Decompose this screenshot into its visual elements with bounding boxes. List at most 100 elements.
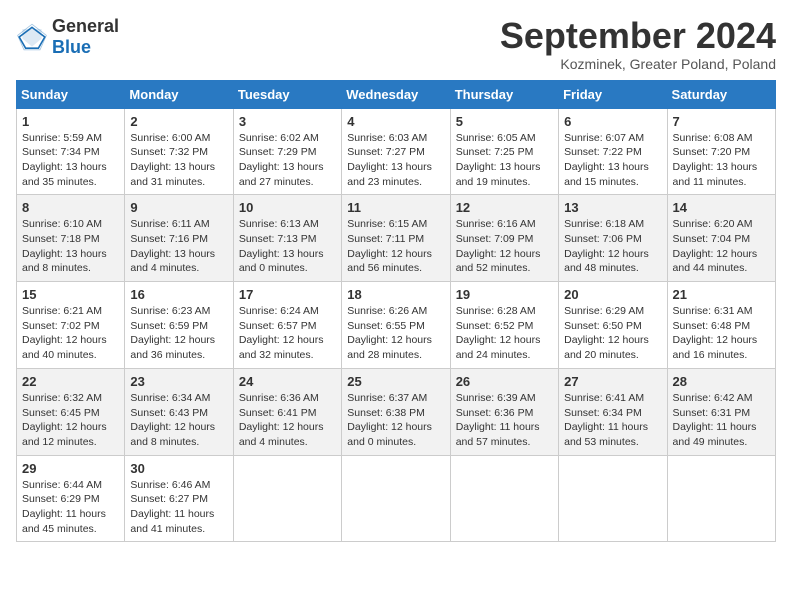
daylight-text: Daylight: 12 hours and 28 minutes.	[347, 334, 432, 361]
day-number: 3	[239, 114, 336, 129]
daylight-text: Daylight: 13 hours and 27 minutes.	[239, 161, 324, 188]
month-title: September 2024	[500, 16, 776, 56]
table-cell: 11 Sunrise: 6:15 AM Sunset: 7:11 PM Dayl…	[342, 195, 450, 282]
table-cell: 15 Sunrise: 6:21 AM Sunset: 7:02 PM Dayl…	[17, 282, 125, 369]
table-cell: 19 Sunrise: 6:28 AM Sunset: 6:52 PM Dayl…	[450, 282, 558, 369]
sunrise-text: Sunrise: 6:13 AM	[239, 218, 319, 230]
sunrise-text: Sunrise: 6:26 AM	[347, 305, 427, 317]
sunrise-text: Sunrise: 6:34 AM	[130, 392, 210, 404]
daylight-text: Daylight: 13 hours and 23 minutes.	[347, 161, 432, 188]
day-info: Sunrise: 6:42 AM Sunset: 6:31 PM Dayligh…	[673, 391, 770, 450]
sunrise-text: Sunrise: 6:46 AM	[130, 479, 210, 491]
daylight-text: Daylight: 12 hours and 48 minutes.	[564, 248, 649, 275]
sunrise-text: Sunrise: 6:00 AM	[130, 132, 210, 144]
daylight-text: Daylight: 12 hours and 56 minutes.	[347, 248, 432, 275]
day-number: 16	[130, 287, 227, 302]
logo-text: General Blue	[52, 16, 119, 58]
day-info: Sunrise: 6:28 AM Sunset: 6:52 PM Dayligh…	[456, 304, 553, 363]
sunrise-text: Sunrise: 6:10 AM	[22, 218, 102, 230]
table-cell: 7 Sunrise: 6:08 AM Sunset: 7:20 PM Dayli…	[667, 108, 775, 195]
day-number: 25	[347, 374, 444, 389]
table-cell: 6 Sunrise: 6:07 AM Sunset: 7:22 PM Dayli…	[559, 108, 667, 195]
day-info: Sunrise: 6:44 AM Sunset: 6:29 PM Dayligh…	[22, 478, 119, 537]
table-cell: 30 Sunrise: 6:46 AM Sunset: 6:27 PM Dayl…	[125, 455, 233, 542]
day-info: Sunrise: 6:00 AM Sunset: 7:32 PM Dayligh…	[130, 131, 227, 190]
day-info: Sunrise: 6:13 AM Sunset: 7:13 PM Dayligh…	[239, 217, 336, 276]
day-number: 10	[239, 200, 336, 215]
sunrise-text: Sunrise: 6:07 AM	[564, 132, 644, 144]
day-number: 4	[347, 114, 444, 129]
day-number: 9	[130, 200, 227, 215]
col-saturday: Saturday	[667, 80, 775, 108]
daylight-text: Daylight: 13 hours and 0 minutes.	[239, 248, 324, 275]
day-info: Sunrise: 6:37 AM Sunset: 6:38 PM Dayligh…	[347, 391, 444, 450]
day-number: 30	[130, 461, 227, 476]
sunrise-text: Sunrise: 6:21 AM	[22, 305, 102, 317]
sunset-text: Sunset: 6:34 PM	[564, 407, 642, 419]
sunset-text: Sunset: 7:22 PM	[564, 146, 642, 158]
day-number: 1	[22, 114, 119, 129]
day-info: Sunrise: 6:05 AM Sunset: 7:25 PM Dayligh…	[456, 131, 553, 190]
daylight-text: Daylight: 13 hours and 4 minutes.	[130, 248, 215, 275]
table-cell: 4 Sunrise: 6:03 AM Sunset: 7:27 PM Dayli…	[342, 108, 450, 195]
daylight-text: Daylight: 13 hours and 11 minutes.	[673, 161, 758, 188]
day-info: Sunrise: 6:10 AM Sunset: 7:18 PM Dayligh…	[22, 217, 119, 276]
col-tuesday: Tuesday	[233, 80, 341, 108]
sunrise-text: Sunrise: 6:05 AM	[456, 132, 536, 144]
sunrise-text: Sunrise: 6:08 AM	[673, 132, 753, 144]
sunset-text: Sunset: 6:43 PM	[130, 407, 208, 419]
sunrise-text: Sunrise: 6:36 AM	[239, 392, 319, 404]
day-info: Sunrise: 6:39 AM Sunset: 6:36 PM Dayligh…	[456, 391, 553, 450]
day-info: Sunrise: 6:21 AM Sunset: 7:02 PM Dayligh…	[22, 304, 119, 363]
day-number: 29	[22, 461, 119, 476]
table-cell: 26 Sunrise: 6:39 AM Sunset: 6:36 PM Dayl…	[450, 368, 558, 455]
daylight-text: Daylight: 12 hours and 12 minutes.	[22, 421, 107, 448]
day-info: Sunrise: 6:03 AM Sunset: 7:27 PM Dayligh…	[347, 131, 444, 190]
day-info: Sunrise: 6:46 AM Sunset: 6:27 PM Dayligh…	[130, 478, 227, 537]
table-cell: 16 Sunrise: 6:23 AM Sunset: 6:59 PM Dayl…	[125, 282, 233, 369]
table-cell: 10 Sunrise: 6:13 AM Sunset: 7:13 PM Dayl…	[233, 195, 341, 282]
table-cell: 21 Sunrise: 6:31 AM Sunset: 6:48 PM Dayl…	[667, 282, 775, 369]
sunset-text: Sunset: 7:09 PM	[456, 233, 534, 245]
calendar-week-3: 15 Sunrise: 6:21 AM Sunset: 7:02 PM Dayl…	[17, 282, 776, 369]
day-info: Sunrise: 6:41 AM Sunset: 6:34 PM Dayligh…	[564, 391, 661, 450]
logo-general: General Blue	[52, 16, 119, 58]
sunset-text: Sunset: 7:13 PM	[239, 233, 317, 245]
table-cell: 17 Sunrise: 6:24 AM Sunset: 6:57 PM Dayl…	[233, 282, 341, 369]
day-number: 27	[564, 374, 661, 389]
daylight-text: Daylight: 12 hours and 8 minutes.	[130, 421, 215, 448]
sunset-text: Sunset: 6:29 PM	[22, 493, 100, 505]
sunset-text: Sunset: 6:59 PM	[130, 320, 208, 332]
sunrise-text: Sunrise: 6:20 AM	[673, 218, 753, 230]
sunset-text: Sunset: 6:31 PM	[673, 407, 751, 419]
sunrise-text: Sunrise: 6:15 AM	[347, 218, 427, 230]
page-header: General Blue September 2024 Kozminek, Gr…	[16, 16, 776, 72]
daylight-text: Daylight: 12 hours and 0 minutes.	[347, 421, 432, 448]
day-info: Sunrise: 6:32 AM Sunset: 6:45 PM Dayligh…	[22, 391, 119, 450]
table-cell	[342, 455, 450, 542]
daylight-text: Daylight: 12 hours and 36 minutes.	[130, 334, 215, 361]
sunrise-text: Sunrise: 6:29 AM	[564, 305, 644, 317]
day-number: 5	[456, 114, 553, 129]
sunrise-text: Sunrise: 6:31 AM	[673, 305, 753, 317]
day-info: Sunrise: 6:18 AM Sunset: 7:06 PM Dayligh…	[564, 217, 661, 276]
day-number: 21	[673, 287, 770, 302]
sunrise-text: Sunrise: 6:44 AM	[22, 479, 102, 491]
day-number: 28	[673, 374, 770, 389]
sunrise-text: Sunrise: 6:03 AM	[347, 132, 427, 144]
table-cell: 12 Sunrise: 6:16 AM Sunset: 7:09 PM Dayl…	[450, 195, 558, 282]
daylight-text: Daylight: 12 hours and 20 minutes.	[564, 334, 649, 361]
table-cell: 24 Sunrise: 6:36 AM Sunset: 6:41 PM Dayl…	[233, 368, 341, 455]
sunset-text: Sunset: 7:25 PM	[456, 146, 534, 158]
daylight-text: Daylight: 13 hours and 8 minutes.	[22, 248, 107, 275]
daylight-text: Daylight: 12 hours and 52 minutes.	[456, 248, 541, 275]
sunset-text: Sunset: 7:18 PM	[22, 233, 100, 245]
day-number: 14	[673, 200, 770, 215]
sunset-text: Sunset: 7:04 PM	[673, 233, 751, 245]
calendar-week-1: 1 Sunrise: 5:59 AM Sunset: 7:34 PM Dayli…	[17, 108, 776, 195]
sunrise-text: Sunrise: 6:24 AM	[239, 305, 319, 317]
day-number: 12	[456, 200, 553, 215]
table-cell: 3 Sunrise: 6:02 AM Sunset: 7:29 PM Dayli…	[233, 108, 341, 195]
col-sunday: Sunday	[17, 80, 125, 108]
sunrise-text: Sunrise: 6:02 AM	[239, 132, 319, 144]
